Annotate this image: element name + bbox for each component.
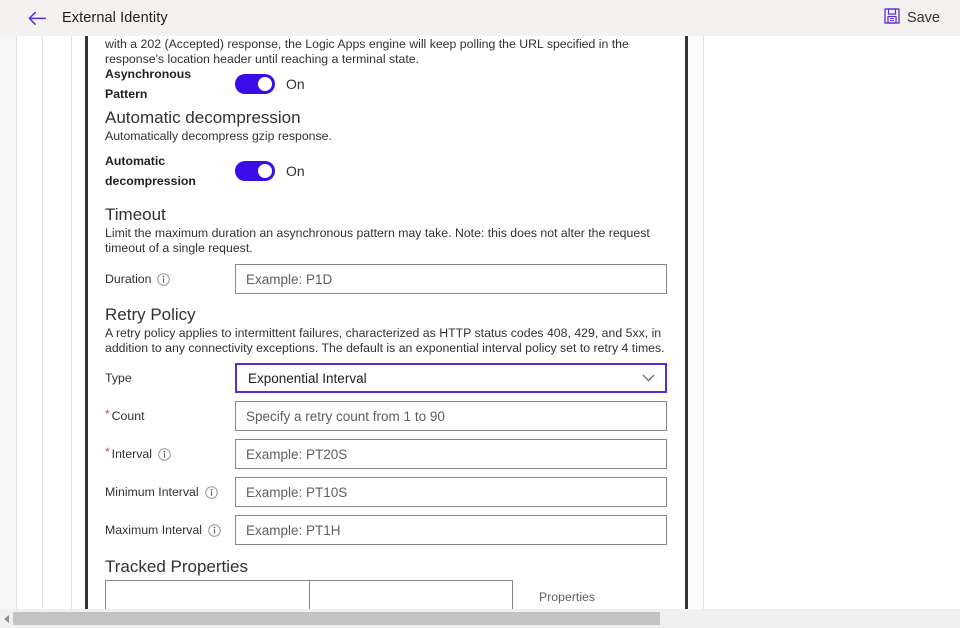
async-pattern-toggle[interactable] (235, 74, 275, 94)
tracked-properties-table (105, 580, 513, 609)
retry-type-dropdown[interactable]: Exponential Interval (235, 363, 667, 393)
automatic-decompression-row: Automatic decompression On (105, 151, 668, 191)
async-pattern-toggle-state: On (286, 76, 305, 92)
tracked-properties-heading: Tracked Properties (105, 557, 248, 576)
tracked-properties-cell-key[interactable] (106, 581, 310, 609)
page-title: External Identity (62, 10, 168, 26)
retry-interval-label-group: * Interval (105, 445, 235, 461)
minimum-interval-label-group: Minimum Interval (105, 485, 235, 499)
left-gutter (0, 36, 85, 609)
required-asterisk: * (105, 407, 110, 421)
retry-interval-label: Interval (111, 447, 152, 461)
arrow-left-icon (27, 11, 47, 26)
toggle-knob (258, 164, 272, 178)
info-circle-icon[interactable] (204, 485, 218, 499)
duration-label-group: Duration (105, 272, 235, 286)
async-pattern-row: Asynchronous Pattern On (105, 67, 668, 101)
tracked-properties-cell-value[interactable] (310, 581, 512, 609)
minimum-interval-input[interactable] (235, 477, 667, 507)
required-asterisk: * (105, 445, 110, 459)
triangle-left-icon[interactable] (0, 609, 13, 628)
retry-count-row: * Count (105, 401, 668, 431)
info-circle-icon[interactable] (157, 272, 171, 286)
retry-type-row: Type Exponential Interval (105, 363, 668, 393)
automatic-decompression-description: Automatically decompress gzip response. (105, 129, 332, 143)
tracked-properties-side-label: Properties (539, 589, 596, 604)
info-circle-icon[interactable] (158, 447, 171, 461)
automatic-decompression-label-line-1: Automatic (105, 154, 166, 168)
timeout-description-line-2: timeout of a single request. (105, 241, 253, 255)
save-floppy-icon (884, 7, 900, 29)
settings-panel-scroll-content: make a synchronous call to the HTTP acti… (88, 36, 685, 609)
retry-type-label-group: Type (105, 371, 235, 385)
retry-count-label: Count (111, 409, 145, 423)
timeout-heading: Timeout (105, 205, 166, 224)
duration-row: Duration (105, 264, 668, 294)
save-button-label: Save (906, 10, 940, 26)
automatic-decompression-toggle-state: On (286, 163, 305, 179)
retry-policy-heading: Retry Policy (105, 305, 196, 324)
retry-count-input[interactable] (235, 401, 667, 431)
maximum-interval-label: Maximum Interval (105, 523, 203, 537)
horizontal-scrollbar[interactable] (0, 609, 960, 628)
toggle-knob (258, 77, 272, 91)
minimum-interval-row: Minimum Interval (105, 477, 668, 507)
gutter-rule-1 (16, 36, 17, 609)
retry-count-label-group: * Count (105, 407, 235, 423)
back-button[interactable] (20, 1, 54, 35)
maximum-interval-label-group: Maximum Interval (105, 523, 235, 537)
chevron-down-icon (642, 369, 655, 387)
retry-type-label: Type (105, 371, 132, 385)
timeout-description-line-1: Limit the maximum duration an asynchrono… (105, 226, 650, 240)
save-button[interactable]: Save (878, 0, 946, 36)
info-circle-icon[interactable] (208, 523, 221, 537)
minimum-interval-label: Minimum Interval (105, 485, 199, 499)
maximum-interval-input[interactable] (235, 515, 667, 545)
top-command-bar: External Identity Save (0, 0, 960, 36)
retry-interval-input[interactable] (235, 439, 667, 469)
tracked-properties-row: Properties (105, 580, 668, 609)
gutter-rule-3 (71, 36, 72, 609)
duration-label: Duration (105, 272, 152, 286)
maximum-interval-row: Maximum Interval (105, 515, 668, 545)
automatic-decompression-heading: Automatic decompression (105, 108, 301, 127)
async-description-line-1: with a 202 (Accepted) response, the Logi… (105, 37, 629, 51)
gutter-edge-pad (0, 36, 16, 609)
duration-input[interactable] (235, 264, 667, 294)
right-pane-content (704, 36, 960, 609)
retry-policy-description-line-2: addition to any connectivity exceptions.… (105, 341, 665, 355)
settings-panel: make a synchronous call to the HTTP acti… (88, 36, 685, 609)
async-pattern-label: Asynchronous Pattern (105, 67, 192, 101)
automatic-decompression-toggle[interactable] (235, 161, 275, 181)
horizontal-scrollbar-thumb[interactable] (13, 612, 660, 625)
retry-policy-description-line-1: A retry policy applies to intermittent f… (105, 326, 662, 340)
automatic-decompression-label-line-2: decompression (105, 174, 196, 188)
retry-interval-row: * Interval (105, 439, 668, 469)
automatic-decompression-label: Automatic decompression (105, 151, 235, 191)
retry-type-selected-value: Exponential Interval (248, 370, 367, 386)
gutter-rule-2 (42, 36, 43, 609)
